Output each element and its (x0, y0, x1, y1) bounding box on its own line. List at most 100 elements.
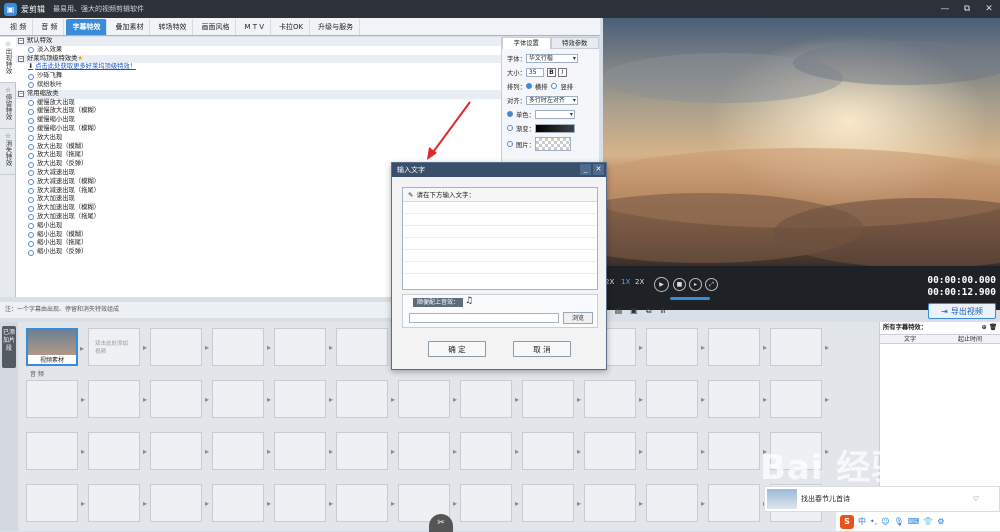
empty-slot[interactable] (460, 432, 519, 470)
heart-icon[interactable]: ♡ (973, 495, 979, 503)
radio-icon[interactable] (28, 223, 34, 230)
radio-vertical[interactable] (551, 83, 558, 89)
tab-styles[interactable]: 画面风格 (195, 19, 237, 35)
empty-slot[interactable] (150, 484, 209, 522)
empty-slot[interactable] (708, 432, 767, 470)
empty-slot[interactable] (88, 484, 147, 522)
empty-slot[interactable] (150, 328, 209, 366)
side-tab-stay[interactable]: ☆ 停留特效 (0, 83, 16, 129)
stop-icon[interactable]: ■ (673, 278, 686, 291)
ok-button[interactable]: 确 定 (428, 341, 486, 357)
radio-icon[interactable] (28, 73, 34, 80)
empty-slot[interactable] (646, 432, 705, 470)
empty-slot[interactable] (460, 380, 519, 418)
punct-icon[interactable]: •, (870, 517, 877, 526)
bold-button[interactable]: B (546, 67, 556, 77)
radio-icon[interactable] (28, 249, 34, 256)
collapse-icon[interactable]: − (18, 55, 24, 62)
radio-gradient[interactable] (507, 125, 513, 131)
empty-slot[interactable] (274, 380, 333, 418)
size-input[interactable]: 35 (525, 67, 544, 77)
side-tab-appear[interactable]: ☆ 出现特效 (0, 37, 16, 83)
align-select[interactable]: 多行时左对齐 (525, 95, 578, 105)
empty-slot[interactable] (646, 484, 705, 522)
empty-slot[interactable] (26, 380, 85, 418)
empty-slot[interactable] (212, 484, 271, 522)
radio-icon[interactable] (28, 231, 34, 238)
empty-slot[interactable] (212, 380, 271, 418)
speed-1x[interactable]: 1X (621, 278, 630, 286)
empty-slot[interactable] (522, 380, 581, 418)
collapse-icon[interactable]: − (18, 38, 24, 45)
empty-slot[interactable] (460, 484, 519, 522)
radio-icon[interactable] (28, 161, 34, 168)
empty-slot[interactable] (584, 380, 643, 418)
ime-mode[interactable]: 中 (858, 516, 866, 527)
scissors-icon[interactable]: ✂ (429, 514, 453, 532)
empty-slot[interactable] (150, 380, 209, 418)
empty-slot[interactable] (770, 380, 829, 418)
empty-slot[interactable] (212, 328, 271, 366)
volume-slider[interactable] (670, 297, 710, 300)
group-header[interactable]: − 默认特效 (16, 37, 501, 46)
restore-icon[interactable]: ⧉ (956, 0, 978, 18)
empty-slot[interactable] (336, 380, 395, 418)
mic-icon[interactable]: 🎙 (894, 517, 904, 526)
empty-slot[interactable] (150, 432, 209, 470)
list-item[interactable]: 缤纷秋叶 (16, 81, 501, 90)
radio-icon[interactable] (28, 196, 34, 203)
save-icon[interactable]: ▣ (630, 306, 638, 316)
tab-audio[interactable]: 音 频 (35, 19, 65, 35)
empty-slot[interactable] (708, 328, 767, 366)
next-frame-icon[interactable]: ▸ (689, 278, 702, 291)
play-icon[interactable]: ▶ (654, 277, 669, 292)
radio-icon[interactable] (28, 117, 34, 124)
emoji-icon[interactable]: ☺ (881, 517, 889, 526)
export-video-button[interactable]: ⇥ 导出视频 (928, 303, 996, 319)
fullscreen-icon[interactable]: ⤢ (705, 278, 718, 291)
radio-icon[interactable] (28, 205, 34, 212)
empty-slot[interactable] (336, 484, 395, 522)
color-select[interactable] (534, 109, 575, 119)
tools-icon[interactable]: ⚙ (937, 517, 944, 526)
empty-slot[interactable] (274, 432, 333, 470)
collapse-icon[interactable]: − (18, 91, 24, 98)
empty-slot[interactable] (26, 432, 85, 470)
added-clips-tab[interactable]: 已添加片段 (2, 326, 16, 368)
cancel-button[interactable]: 取 消 (513, 341, 571, 357)
empty-slot[interactable] (26, 484, 85, 522)
close-icon[interactable]: ✕ (978, 0, 1000, 18)
radio-icon[interactable] (28, 214, 34, 221)
text-input[interactable]: ✎ 请在下方输入文字： (402, 187, 598, 290)
font-select[interactable]: 华文行楷 (525, 53, 578, 63)
share-icon[interactable]: ⋔ (660, 306, 667, 316)
empty-slot[interactable] (646, 380, 705, 418)
empty-slot[interactable] (88, 432, 147, 470)
minimize-icon[interactable]: _ (580, 164, 591, 175)
radio-icon[interactable] (28, 143, 34, 150)
empty-slot[interactable] (274, 484, 333, 522)
radio-icon[interactable] (28, 126, 34, 133)
list-item[interactable]: 淡入效果 (16, 46, 501, 55)
add-clip-slot[interactable]: 双击此处添加视频 (88, 328, 147, 366)
empty-slot[interactable] (274, 328, 333, 366)
radio-icon[interactable] (28, 108, 34, 115)
tab-overlay[interactable]: 叠加素材 (109, 19, 151, 35)
radio-icon[interactable] (28, 187, 34, 194)
tab-font-settings[interactable]: 字体设置 (502, 37, 551, 49)
tab-upgrade[interactable]: 升级与服务 (312, 19, 361, 35)
empty-slot[interactable] (336, 432, 395, 470)
skin-icon[interactable]: 👕 (923, 517, 933, 526)
tab-subtitle-effects[interactable]: 字幕特效 (66, 19, 108, 35)
browse-button[interactable]: 浏览 (563, 312, 593, 324)
empty-slot[interactable] (708, 484, 767, 522)
tab-effect-params[interactable]: 特效参数 (550, 37, 599, 49)
gradient-select[interactable] (534, 123, 575, 133)
empty-slot[interactable] (88, 380, 147, 418)
folder-icon[interactable]: ▤ (615, 306, 623, 316)
radio-icon[interactable] (28, 170, 34, 177)
trash-icon[interactable]: 🗑 (989, 324, 997, 331)
sound-file-input[interactable] (409, 313, 559, 323)
radio-image[interactable] (507, 141, 513, 147)
image-swatch[interactable] (534, 137, 571, 151)
